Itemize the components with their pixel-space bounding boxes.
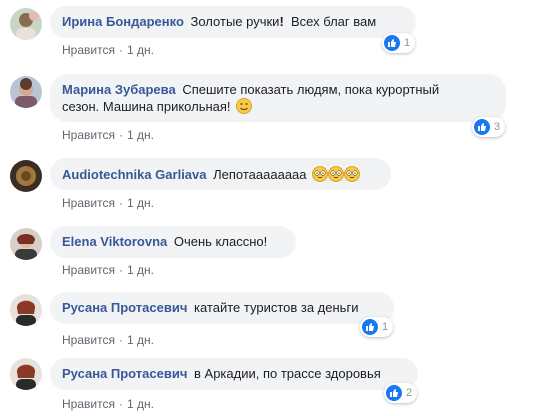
- like-link[interactable]: Нравится: [62, 43, 115, 57]
- comment-bubble: Ирина Бондаренко Золотые ручки! Всех бла…: [50, 6, 416, 38]
- comment-text-tail: Всех благ вам: [283, 14, 377, 29]
- reaction-count[interactable]: 3: [472, 117, 506, 137]
- reaction-number: 3: [494, 121, 501, 133]
- timestamp[interactable]: 1 дн.: [127, 333, 154, 347]
- comment-text-line2: сезон. Машина прикольная!: [62, 99, 231, 114]
- comment-bubble: Русана Протасевич в Аркадии, по трассе з…: [50, 358, 418, 390]
- avatar[interactable]: [10, 228, 42, 260]
- comment-text: Спешите показать людям, пока курортный: [182, 82, 440, 97]
- like-link[interactable]: Нравится: [62, 333, 115, 347]
- comment-author[interactable]: Elena Viktorovna: [62, 234, 167, 249]
- reaction-count[interactable]: 2: [384, 383, 418, 403]
- reaction-number: 1: [404, 37, 411, 49]
- comment-actions: Нравится · 1 дн.: [62, 332, 154, 348]
- timestamp[interactable]: 1 дн.: [127, 397, 154, 411]
- like-link[interactable]: Нравится: [62, 263, 115, 277]
- flushed-emoji-icon: [312, 166, 361, 186]
- avatar[interactable]: [10, 358, 42, 390]
- separator: ·: [118, 128, 123, 142]
- reaction-number: 1: [382, 321, 389, 333]
- comment-actions: Нравится · 1 дн.: [62, 195, 154, 211]
- like-link[interactable]: Нравится: [62, 397, 115, 411]
- separator: ·: [118, 263, 123, 277]
- comment-actions: Нравится · 1 дн.: [62, 127, 154, 143]
- like-thumb-icon: [474, 119, 490, 135]
- comment-text: Лепотаааааааа: [213, 167, 307, 182]
- comment-bubble: Audiotechnika Garliava Лепотаааааааа: [50, 158, 391, 190]
- comment-text: катайте туристов за деньги: [194, 300, 359, 315]
- timestamp[interactable]: 1 дн.: [127, 128, 154, 142]
- avatar[interactable]: [10, 160, 42, 192]
- timestamp[interactable]: 1 дн.: [127, 43, 154, 57]
- like-thumb-icon: [362, 319, 378, 335]
- like-link[interactable]: Нравится: [62, 196, 115, 210]
- comment-author[interactable]: Русана Протасевич: [62, 366, 187, 381]
- separator: ·: [118, 43, 123, 57]
- comment-bubble: Марина Зубарева Спешите показать людям, …: [50, 74, 506, 122]
- separator: ·: [118, 397, 123, 411]
- comment-bubble: Elena Viktorovna Очень классно!: [50, 226, 296, 258]
- reaction-number: 2: [406, 387, 413, 399]
- comment-text: Очень классно!: [173, 234, 268, 249]
- comment-bubble: Русана Протасевич катайте туристов за де…: [50, 292, 394, 324]
- avatar[interactable]: [10, 8, 42, 40]
- comment-author[interactable]: Ирина Бондаренко: [62, 14, 184, 29]
- comment-author[interactable]: Audiotechnika Garliava: [62, 167, 207, 182]
- like-thumb-icon: [384, 35, 400, 51]
- comment-actions: Нравится · 1 дн.: [62, 396, 154, 412]
- like-link[interactable]: Нравится: [62, 128, 115, 142]
- comment-author[interactable]: Марина Зубарева: [62, 82, 176, 97]
- avatar[interactable]: [10, 76, 42, 108]
- smile-emoji-icon: [236, 98, 253, 118]
- reaction-count[interactable]: 1: [382, 33, 416, 53]
- comment-text: в Аркадии, по трассе здоровья: [194, 366, 381, 381]
- comment-author[interactable]: Русана Протасевич: [62, 300, 187, 315]
- timestamp[interactable]: 1 дн.: [127, 263, 154, 277]
- timestamp[interactable]: 1 дн.: [127, 196, 154, 210]
- avatar[interactable]: [10, 294, 42, 326]
- comment-actions: Нравится · 1 дн.: [62, 42, 154, 58]
- separator: ·: [118, 196, 123, 210]
- comment-actions: Нравится · 1 дн.: [62, 262, 154, 278]
- reaction-count[interactable]: 1: [360, 317, 394, 337]
- like-thumb-icon: [386, 385, 402, 401]
- separator: ·: [118, 333, 123, 347]
- comment-text: Золотые ручки: [190, 14, 280, 29]
